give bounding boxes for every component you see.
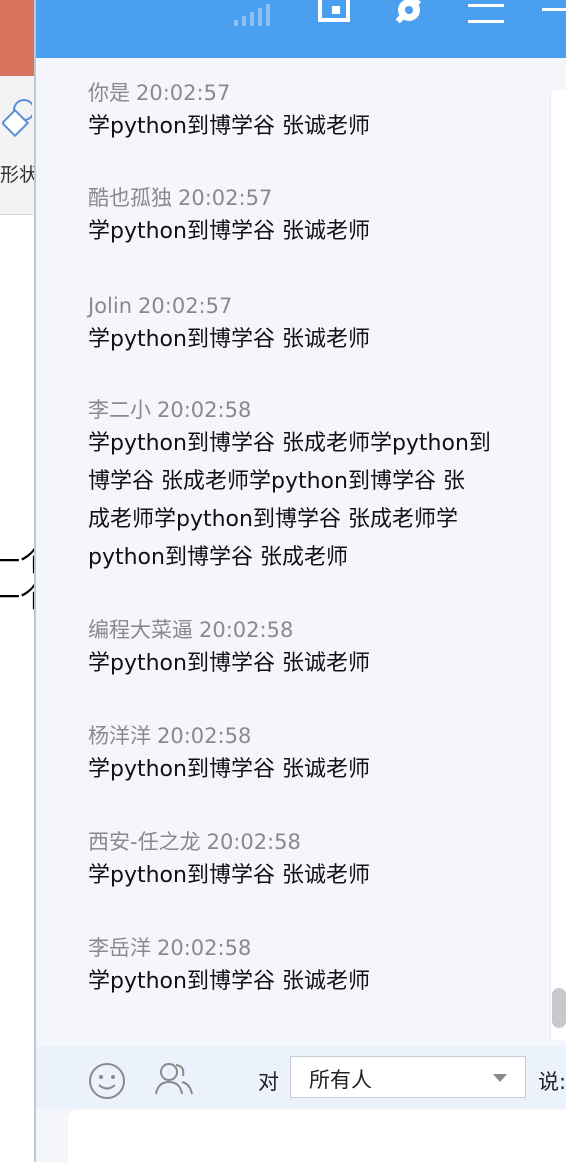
list-item: 西安-任之龙 20:02:58 学python到博学谷 张诚老师 — [88, 827, 558, 895]
shape-tool-label[interactable]: 形状 — [0, 160, 38, 187]
emoji-icon[interactable] — [88, 1062, 126, 1100]
message-text-line: 学python到博学谷 张成老师学python到 — [88, 431, 491, 456]
scrollbar-track[interactable] — [550, 90, 566, 1040]
shape-icon[interactable] — [2, 98, 32, 138]
list-item: 编程大菜逼 20:02:58 学python到博学谷 张诚老师 — [88, 615, 558, 683]
list-item: Jolin 20:02:57 学python到博学谷 张诚老师 — [88, 291, 558, 359]
message-time: 20:02:58 — [157, 724, 252, 748]
menu-icon[interactable] — [468, 2, 504, 24]
message-sender: Jolin — [88, 294, 133, 318]
message-sender: 李岳洋 — [88, 936, 151, 960]
message-time: 20:02:57 — [138, 294, 233, 318]
message-text: 学python到博学谷 张诚老师 — [88, 651, 370, 676]
message-text: 学python到博学谷 张诚老师 — [88, 327, 370, 352]
message-text: 学python到博学谷 张诚老师 — [88, 114, 370, 139]
message-sender: 你是 — [88, 81, 130, 105]
message-time: 20:02:57 — [178, 186, 273, 210]
list-item: 李二小 20:02:58 学python到博学谷 张成老师学python到 博学谷… — [88, 395, 558, 577]
input-toolbar: 对 所有人 说: — [36, 1046, 566, 1108]
message-text: 学python到博学谷 张诚老师 — [88, 219, 370, 244]
chat-titlebar — [36, 0, 566, 58]
recipient-select[interactable]: 所有人 — [290, 1056, 526, 1098]
message-text-line: 成老师学python到博学谷 张成老师学 — [88, 507, 458, 532]
list-item: 杨洋洋 20:02:58 学python到博学谷 张诚老师 — [88, 721, 558, 789]
background-app-toolbar — [0, 76, 36, 215]
message-sender: 杨洋洋 — [88, 724, 151, 748]
message-list[interactable]: 你是 20:02:57 学python到博学谷 张诚老师 酷也孤独 20:02:57… — [36, 58, 566, 1046]
message-input[interactable] — [68, 1110, 566, 1170]
message-time: 20:02:57 — [136, 81, 231, 105]
scrollbar-thumb[interactable] — [552, 988, 566, 1028]
chat-window: 你是 20:02:57 学python到博学谷 张诚老师 酷也孤独 20:02:57… — [34, 0, 566, 1170]
message-sender: 西安-任之龙 — [88, 830, 201, 854]
list-item: 李岳洋 20:02:58 学python到博学谷 张诚老师 — [88, 933, 558, 1001]
list-item: 酷也孤独 20:02:57 学python到博学谷 张诚老师 — [88, 183, 558, 251]
message-time: 20:02:58 — [157, 398, 252, 422]
message-sender: 编程大菜逼 — [88, 618, 193, 642]
message-time: 20:02:58 — [206, 830, 301, 854]
message-text: 学python到博学谷 张诚老师 — [88, 969, 370, 994]
message-text: 学python到博学谷 张诚老师 — [88, 757, 370, 782]
message-text-line: 博学谷 张成老师学python到博学谷 张 — [88, 469, 465, 494]
background-app-header — [0, 0, 36, 76]
phone-icon[interactable] — [318, 0, 352, 22]
list-item: 你是 20:02:57 学python到博学谷 张诚老师 — [88, 78, 558, 146]
signal-icon — [234, 4, 270, 26]
message-text: 学python到博学谷 张诚老师 — [88, 863, 370, 888]
members-icon[interactable] — [154, 1060, 194, 1098]
to-label: 对 — [258, 1070, 279, 1094]
message-time: 20:02:58 — [199, 618, 294, 642]
recipient-value: 所有人 — [309, 1068, 372, 1092]
message-text-line: python到博学谷 张成老师 — [88, 545, 348, 570]
say-label: 说: — [538, 1070, 566, 1094]
gear-icon[interactable] — [392, 0, 426, 26]
chevron-down-icon — [493, 1074, 507, 1082]
message-sender: 酷也孤独 — [88, 186, 172, 210]
minimize-icon[interactable] — [542, 4, 566, 14]
message-sender: 李二小 — [88, 398, 151, 422]
message-time: 20:02:58 — [157, 936, 252, 960]
